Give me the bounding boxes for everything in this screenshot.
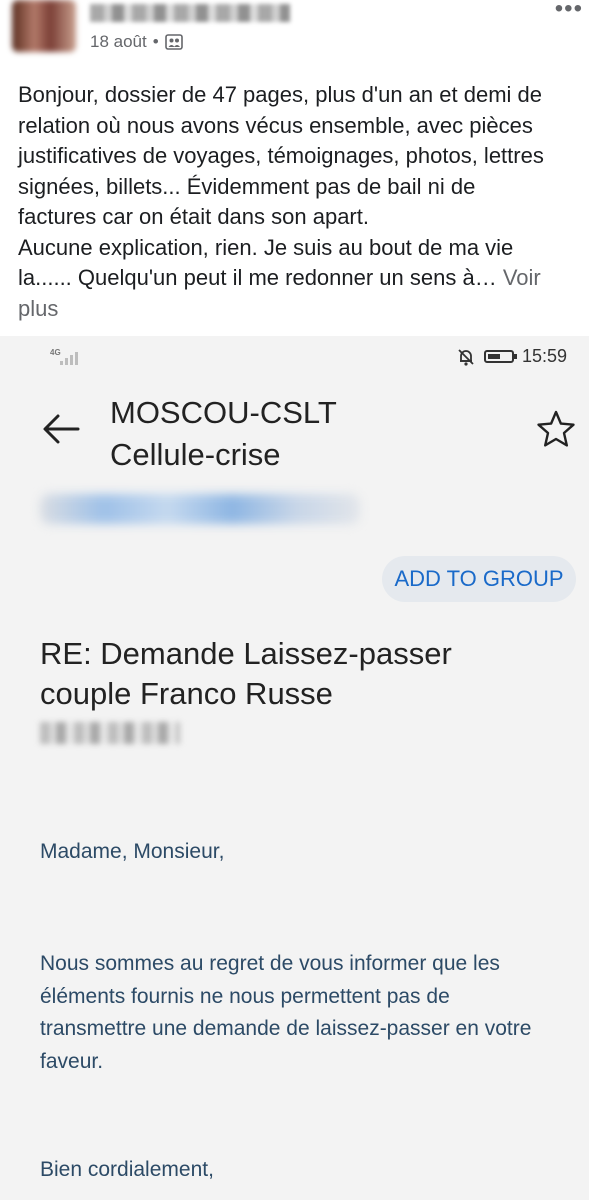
email-date-blurred <box>40 722 180 744</box>
post-line-last: la...... Quelqu'un peut il me redonner u… <box>18 263 589 294</box>
post-line: factures car on était dans son apart. <box>18 204 369 229</box>
message-line: faveur. <box>40 1049 104 1073</box>
sender-line-2: Cellule-crise <box>110 437 281 472</box>
status-time: 15:59 <box>521 346 567 366</box>
status-bar: 4G 15:59 <box>0 336 589 380</box>
post-date[interactable]: 18 août <box>90 32 147 52</box>
post-line: la...... Quelqu'un peut il me redonner u… <box>18 265 497 290</box>
see-more-link[interactable]: Voir <box>503 265 541 290</box>
add-to-group-button[interactable]: ADD TO GROUP <box>382 556 576 602</box>
star-icon[interactable] <box>536 409 576 449</box>
battery-icon <box>483 350 517 363</box>
sender-line-1: MOSCOU-CSLT <box>110 395 337 430</box>
post-line: signées, billets... Évidemment pas de ba… <box>18 173 476 199</box>
email-subject: RE: Demande Laissez-passer couple Franco… <box>40 634 452 714</box>
email-screenshot[interactable]: 4G 15:59 MOSCOU-CSLT Cellule-crise ADD T… <box>0 336 589 1200</box>
message-line: transmettre une demande de laissez-passe… <box>40 1017 532 1040</box>
author-avatar[interactable] <box>12 0 76 52</box>
author-name-blurred[interactable] <box>90 4 290 22</box>
message-line: éléments fournis ne nous permettent pas … <box>40 984 450 1008</box>
muted-bell-icon <box>458 348 474 366</box>
signal-icon: 4G <box>50 348 82 368</box>
subject-line-1: RE: Demande Laissez-passer <box>40 636 452 671</box>
more-options-icon[interactable]: ••• <box>555 0 583 21</box>
post-line: justificatives de voyages, témoignages, … <box>18 143 544 168</box>
meta-separator: • <box>152 32 159 51</box>
see-more-link-cont[interactable]: plus <box>18 294 589 325</box>
sender-email-blurred <box>40 494 360 524</box>
status-right: 15:59 <box>456 346 567 367</box>
post-meta: 18 août • <box>90 32 183 52</box>
post-line: Aucune explication, rien. Je suis au bou… <box>18 234 514 260</box>
sender-name: MOSCOU-CSLT Cellule-crise <box>110 392 337 476</box>
post-body: Bonjour, dossier de 47 pages, plus d'un … <box>18 80 589 324</box>
post-line: relation où nous avons vécus ensemble, a… <box>18 112 533 138</box>
email-closing: Bien cordialement, <box>40 1158 214 1181</box>
email-message: Nous sommes au regret de vous informer q… <box>40 948 531 1078</box>
subject-line-2: couple Franco Russe <box>40 676 333 711</box>
post-line: Bonjour, dossier de 47 pages, plus d'un … <box>18 82 543 107</box>
message-line: Nous sommes au regret de vous informer q… <box>40 952 500 975</box>
email-greeting: Madame, Monsieur, <box>40 840 225 863</box>
friends-icon <box>164 34 183 50</box>
back-arrow-icon[interactable] <box>40 408 82 450</box>
